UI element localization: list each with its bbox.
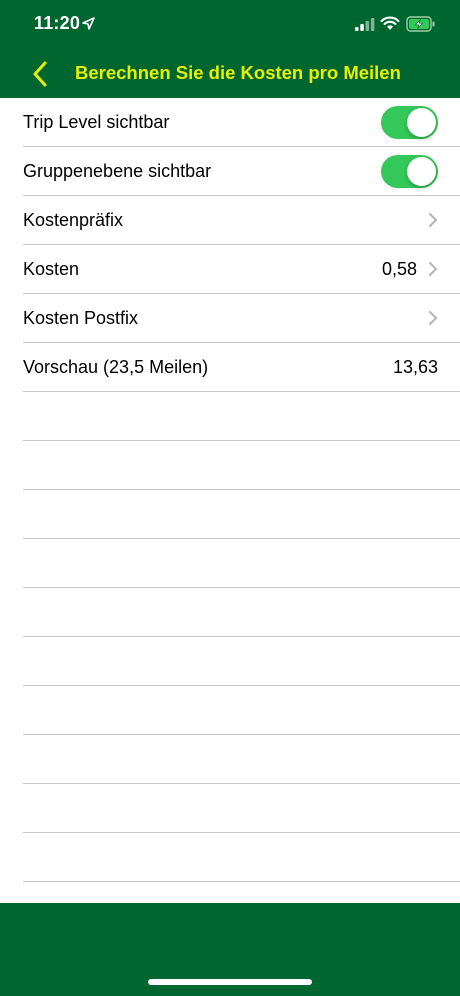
preview-value: 13,63 xyxy=(392,357,438,377)
cost-prefix-label: Kostenpräfix xyxy=(23,210,124,230)
empty-row xyxy=(23,637,460,686)
nav-bar: Berechnen Sie die Kosten pro Meilen xyxy=(0,50,460,98)
empty-row xyxy=(23,490,460,539)
cost-postfix-row[interactable]: Kosten Postfix xyxy=(23,294,460,343)
cost-prefix-row[interactable]: Kostenpräfix xyxy=(23,196,460,245)
home-indicator[interactable] xyxy=(148,979,312,985)
group-level-toggle[interactable] xyxy=(381,155,438,188)
chevron-right-icon xyxy=(429,262,437,276)
settings-list: Trip Level sichtbar Gruppenebene sichtba… xyxy=(0,98,460,882)
cost-postfix-label: Kosten Postfix xyxy=(23,308,139,328)
battery-charging-icon xyxy=(406,16,435,32)
chevron-right-icon xyxy=(429,311,437,325)
cellular-signal-icon xyxy=(355,18,375,31)
status-time: 11:20 xyxy=(34,13,81,33)
trip-level-toggle[interactable] xyxy=(381,106,438,139)
wifi-icon xyxy=(380,16,400,30)
empty-row xyxy=(23,735,460,784)
location-arrow-icon xyxy=(82,17,95,30)
toggle-knob xyxy=(407,157,436,186)
cost-label: Kosten xyxy=(23,259,80,279)
empty-row xyxy=(23,784,460,833)
empty-row xyxy=(23,686,460,735)
group-level-row: Gruppenebene sichtbar xyxy=(23,147,460,196)
empty-row xyxy=(23,833,460,882)
back-button[interactable] xyxy=(22,56,58,92)
header-bar: 11:20 Berechnen Sie die Kosten pro Meile… xyxy=(0,0,460,98)
empty-row xyxy=(23,441,460,490)
group-level-label: Gruppenebene sichtbar xyxy=(23,161,212,181)
status-bar: 11:20 xyxy=(0,0,460,50)
chevron-right-icon xyxy=(429,213,437,227)
toggle-knob xyxy=(407,108,436,137)
preview-label: Vorschau (23,5 Meilen) xyxy=(23,357,209,377)
empty-row xyxy=(23,588,460,637)
chevron-left-icon xyxy=(33,61,47,87)
cost-row[interactable]: Kosten 0,58 xyxy=(23,245,460,294)
trip-level-label: Trip Level sichtbar xyxy=(23,112,170,132)
preview-row: Vorschau (23,5 Meilen) 13,63 xyxy=(23,343,460,392)
empty-row xyxy=(23,392,460,441)
trip-level-row: Trip Level sichtbar xyxy=(23,98,460,147)
empty-row xyxy=(23,539,460,588)
cost-value: 0,58 xyxy=(381,259,417,279)
page-title: Berechnen Sie die Kosten pro Meilen xyxy=(75,62,401,83)
